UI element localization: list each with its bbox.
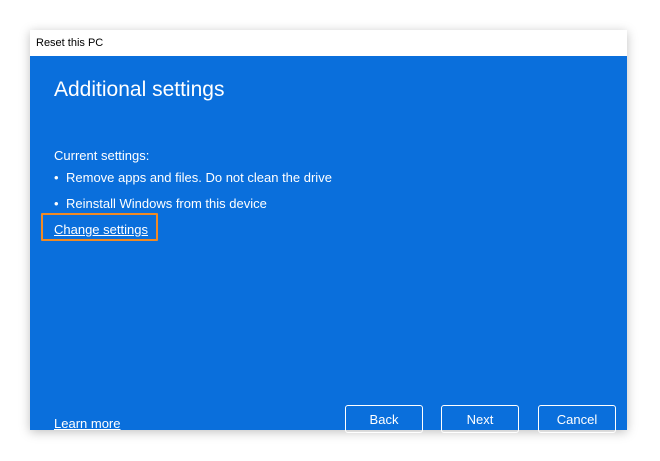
current-settings-label: Current settings:: [54, 148, 150, 163]
window-title: Reset this PC: [30, 30, 627, 56]
bullet-icon: •: [54, 196, 59, 211]
next-button[interactable]: Next: [441, 405, 519, 433]
change-settings-link[interactable]: Change settings: [54, 222, 148, 237]
learn-more-link[interactable]: Learn more: [54, 416, 120, 431]
setting-item-remove-apps: • Remove apps and files. Do not clean th…: [54, 170, 332, 185]
bullet-icon: •: [54, 170, 59, 185]
cancel-button[interactable]: Cancel: [538, 405, 616, 433]
page-title: Additional settings: [54, 78, 225, 101]
dialog-content: Additional settings Current settings: • …: [30, 56, 627, 433]
setting-item-reinstall: • Reinstall Windows from this device: [54, 196, 267, 211]
setting-item-label: Reinstall Windows from this device: [66, 196, 267, 211]
back-button[interactable]: Back: [345, 405, 423, 433]
reset-pc-window: Reset this PC Additional settings Curren…: [30, 30, 627, 433]
setting-item-label: Remove apps and files. Do not clean the …: [66, 170, 332, 185]
